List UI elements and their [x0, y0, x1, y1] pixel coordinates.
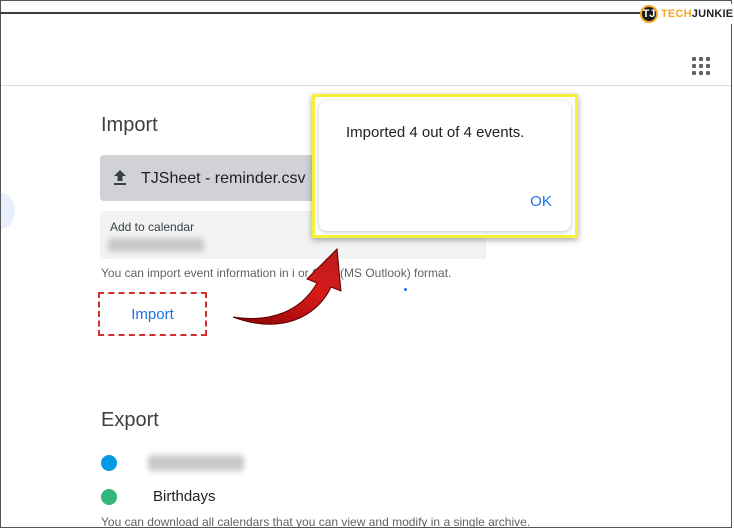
export-heading: Export — [101, 409, 159, 431]
calendar-name-blurred — [148, 455, 244, 471]
dialog-message: Imported 4 out of 4 events. — [346, 124, 525, 141]
top-bar — [1, 15, 731, 86]
birthdays-calendar-label: Birthdays — [153, 488, 216, 505]
apps-grid-icon[interactable] — [692, 57, 710, 75]
import-heading: Import — [101, 114, 158, 136]
techjunkie-logo-icon: TJ — [640, 5, 658, 23]
calendar-name-blurred — [108, 238, 204, 252]
import-button-highlight: Import — [98, 292, 207, 336]
selected-file-name: TJSheet - reminder.csv — [141, 170, 306, 187]
birthdays-color-dot — [101, 489, 117, 505]
side-button[interactable] — [1, 193, 15, 229]
app-frame: Import TJSheet - reminder.csv Add to cal… — [0, 0, 732, 528]
export-help-text: You can download all calendars that you … — [101, 515, 531, 528]
upload-icon — [114, 170, 126, 185]
annotation-arrow-icon — [232, 247, 342, 325]
help-link-dot — [404, 288, 407, 291]
add-to-calendar-label: Add to calendar — [110, 220, 195, 234]
techjunkie-logo: TJ TECHJUNKIE — [640, 4, 734, 24]
dialog-ok-button[interactable]: OK — [523, 187, 559, 215]
import-button[interactable]: Import — [100, 294, 205, 334]
top-divider — [0, 12, 734, 14]
calendar-color-dot — [101, 455, 117, 471]
techjunkie-wordmark: TECHJUNKIE — [661, 8, 734, 20]
